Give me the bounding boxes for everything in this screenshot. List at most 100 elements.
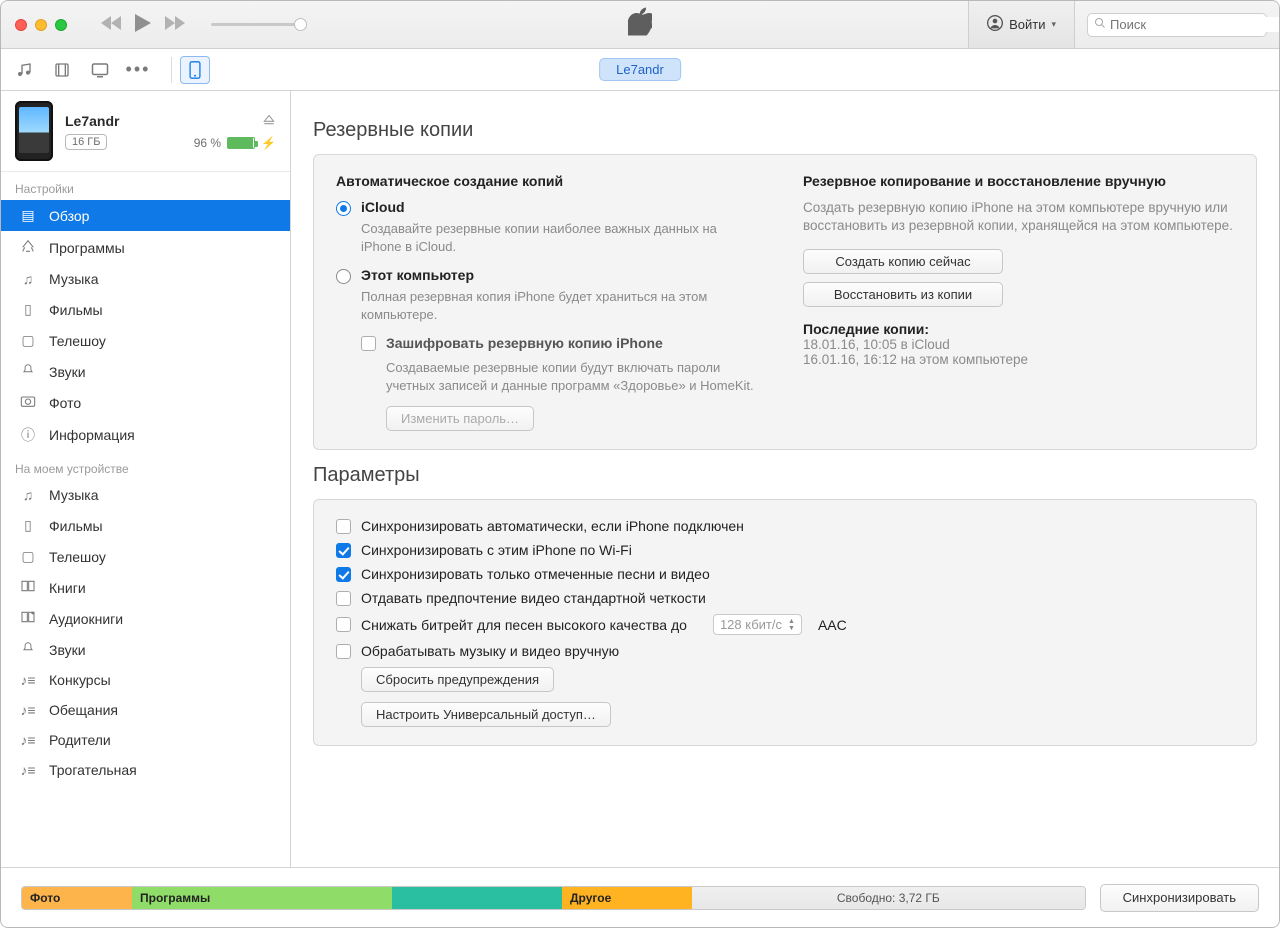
tv-icon: ▢ xyxy=(19,332,37,349)
close-button[interactable] xyxy=(15,19,27,31)
tvshows-tab-icon[interactable] xyxy=(87,57,113,83)
movies-icon: ▯ xyxy=(19,517,37,534)
opt-checked-only-checkbox[interactable] xyxy=(336,567,351,582)
sidebar-item-info[interactable]: ⓘИнформация xyxy=(1,418,290,452)
sidebar-item-photos[interactable]: Фото xyxy=(1,387,290,418)
sidebar-item-od-sounds[interactable]: Звуки xyxy=(1,634,290,665)
last-backup-line-2: 16.01.16, 16:12 на этом компьютере xyxy=(803,352,1234,367)
minimize-button[interactable] xyxy=(35,19,47,31)
sidebar-item-apps[interactable]: Программы xyxy=(1,231,290,264)
backup-icloud-option[interactable]: iCloud xyxy=(336,199,767,216)
battery-percent: 96 % xyxy=(194,136,221,150)
manual-backup-column: Резервное копирование и восстановление в… xyxy=(803,173,1234,431)
search-icon xyxy=(1094,17,1106,32)
sidebar-item-od-music[interactable]: ♫Музыка xyxy=(1,480,290,510)
sidebar-item-pl-konkursy[interactable]: ♪≡Конкурсы xyxy=(1,665,290,695)
music-icon: ♫ xyxy=(19,487,37,503)
camera-icon xyxy=(19,394,37,411)
bitrate-select[interactable]: 128 кбит/с ▲▼ xyxy=(713,614,802,635)
opt-manual[interactable]: Обрабатывать музыку и видео вручную xyxy=(336,643,1234,659)
capacity-seg-media xyxy=(392,887,562,909)
backup-thispc-radio[interactable] xyxy=(336,269,351,284)
manual-backup-desc: Создать резервную копию iPhone на этом к… xyxy=(803,199,1234,235)
universal-access-button[interactable]: Настроить Универсальный доступ… xyxy=(361,702,611,727)
device-thumbnail xyxy=(15,101,53,161)
sidebar-item-tvshows[interactable]: ▢Телешоу xyxy=(1,325,290,356)
sync-button[interactable]: Синхронизировать xyxy=(1100,884,1259,912)
sign-in-button[interactable]: Войти ▾ xyxy=(968,1,1075,48)
opt-sdvideo-checkbox[interactable] xyxy=(336,591,351,606)
main-content: Резервные копии Автоматическое создание … xyxy=(291,91,1279,867)
play-icon[interactable] xyxy=(135,14,151,35)
sidebar-item-pl-roditeli[interactable]: ♪≡Родители xyxy=(1,725,290,755)
apps-icon xyxy=(19,238,37,257)
sidebar-item-pl-trogatelnaya[interactable]: ♪≡Трогательная xyxy=(1,755,290,785)
opt-bitrate-checkbox[interactable] xyxy=(336,617,351,632)
device-button[interactable] xyxy=(180,56,210,84)
options-panel: Синхронизировать автоматически, если iPh… xyxy=(313,499,1257,746)
media-type-toolbar: ••• Le7andr xyxy=(1,49,1279,91)
playlist-icon: ♪≡ xyxy=(19,702,37,718)
tv-icon: ▢ xyxy=(19,548,37,565)
opt-sdvideo[interactable]: Отдавать предпочтение видео стандартной … xyxy=(336,590,1234,606)
opt-wifi[interactable]: Синхронизировать с этим iPhone по Wi-Fi xyxy=(336,542,1234,558)
books-icon xyxy=(19,579,37,596)
sidebar-item-movies[interactable]: ▯Фильмы xyxy=(1,294,290,325)
prev-track-icon[interactable] xyxy=(101,16,121,33)
capacity-usage-bar: Фото Программы Другое Свободно: 3,72 ГБ xyxy=(21,886,1086,910)
next-track-icon[interactable] xyxy=(165,16,185,33)
playlist-icon: ♪≡ xyxy=(19,762,37,778)
opt-bitrate-row: Снижать битрейт для песен высокого качес… xyxy=(336,614,1234,635)
sidebar-ondevice-list: ♫Музыка ▯Фильмы ▢Телешоу Книги Аудиокниг… xyxy=(1,480,290,785)
encrypt-checkbox[interactable] xyxy=(361,336,376,351)
sign-in-label: Войти xyxy=(1009,17,1045,32)
sidebar-item-pl-obeschania[interactable]: ♪≡Обещания xyxy=(1,695,290,725)
restore-backup-button[interactable]: Восстановить из копии xyxy=(803,282,1003,307)
encrypt-backup-option[interactable]: Зашифровать резервную копию iPhone xyxy=(361,335,767,351)
opt-wifi-checkbox[interactable] xyxy=(336,543,351,558)
opt-manual-checkbox[interactable] xyxy=(336,644,351,659)
backup-thispc-option[interactable]: Этот компьютер xyxy=(336,267,767,284)
sidebar-item-sounds[interactable]: Звуки xyxy=(1,356,290,387)
overview-icon: ▤ xyxy=(19,207,37,224)
opt-checked-only[interactable]: Синхронизировать только отмеченные песни… xyxy=(336,566,1234,582)
capacity-seg-apps: Программы xyxy=(132,887,392,909)
capacity-seg-photo: Фото xyxy=(22,887,132,909)
chevron-down-icon: ▾ xyxy=(1051,19,1056,30)
backup-now-button[interactable]: Создать копию сейчас xyxy=(803,249,1003,274)
options-section-title: Параметры xyxy=(313,464,1257,487)
opt-autosync[interactable]: Синхронизировать автоматически, если iPh… xyxy=(336,518,1234,534)
reset-warnings-button[interactable]: Сбросить предупреждения xyxy=(361,667,554,692)
device-name-pill[interactable]: Le7andr xyxy=(599,58,681,81)
sidebar-item-od-books[interactable]: Книги xyxy=(1,572,290,603)
movies-tab-icon[interactable] xyxy=(49,57,75,83)
sidebar-item-overview[interactable]: ▤Обзор xyxy=(1,200,290,231)
music-tab-icon[interactable] xyxy=(11,57,37,83)
backup-icloud-radio[interactable] xyxy=(336,201,351,216)
audiobooks-icon xyxy=(19,610,37,627)
sidebar: Le7andr 16 ГБ 96 % ⚡ Настройки ▤Обзор xyxy=(1,91,291,867)
sidebar-item-od-tvshows[interactable]: ▢Телешоу xyxy=(1,541,290,572)
change-password-button[interactable]: Изменить пароль… xyxy=(386,406,534,431)
search-input[interactable] xyxy=(1110,17,1280,32)
music-icon: ♫ xyxy=(19,271,37,287)
opt-autosync-checkbox[interactable] xyxy=(336,519,351,534)
user-icon xyxy=(987,15,1003,34)
bell-icon xyxy=(19,363,37,380)
more-tab-icon[interactable]: ••• xyxy=(125,57,151,83)
window-controls xyxy=(1,19,81,31)
search-container xyxy=(1075,1,1279,48)
sidebar-ondevice-heading: На моем устройстве xyxy=(1,452,290,480)
device-name-label: Le7andr xyxy=(65,113,119,129)
sidebar-item-od-movies[interactable]: ▯Фильмы xyxy=(1,510,290,541)
info-icon: ⓘ xyxy=(19,425,37,445)
auto-backup-column: Автоматическое создание копий iCloud Соз… xyxy=(336,173,767,431)
sidebar-settings-list: ▤Обзор Программы ♫Музыка ▯Фильмы ▢Телешо… xyxy=(1,200,290,452)
zoom-button[interactable] xyxy=(55,19,67,31)
device-header: Le7andr 16 ГБ 96 % ⚡ xyxy=(1,91,290,172)
volume-slider[interactable] xyxy=(211,23,301,26)
stepper-icon: ▲▼ xyxy=(788,618,795,632)
sidebar-item-music[interactable]: ♫Музыка xyxy=(1,264,290,294)
eject-icon[interactable] xyxy=(262,112,276,129)
sidebar-item-od-audiobooks[interactable]: Аудиокниги xyxy=(1,603,290,634)
